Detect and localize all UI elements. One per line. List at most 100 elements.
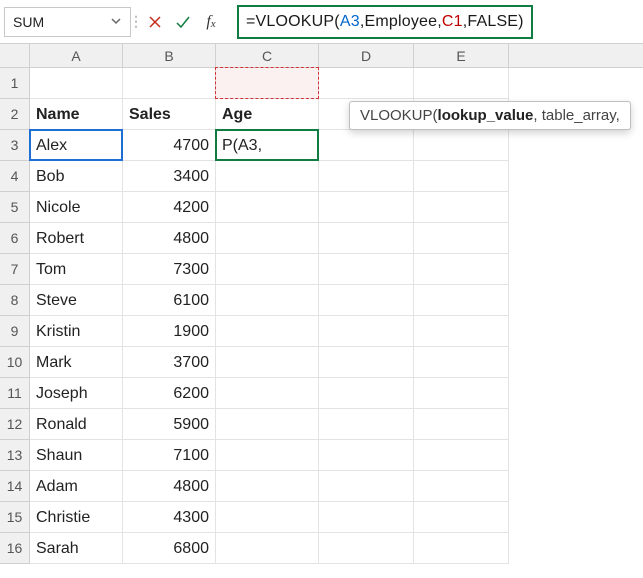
cell[interactable]: Christie — [30, 502, 123, 533]
cell[interactable] — [216, 68, 319, 99]
cell[interactable] — [319, 285, 414, 316]
cancel-button[interactable] — [141, 7, 169, 37]
formula-input[interactable]: =VLOOKUP(A3,Employee,C1,FALSE) — [237, 5, 533, 39]
cell[interactable]: 3400 — [123, 161, 216, 192]
cell[interactable]: P(A3, — [216, 130, 319, 161]
cell[interactable]: 3700 — [123, 347, 216, 378]
cell[interactable]: 7300 — [123, 254, 216, 285]
cell[interactable]: Sarah — [30, 533, 123, 564]
cell[interactable] — [414, 471, 509, 502]
row-header[interactable]: 4 — [0, 161, 29, 192]
row-header[interactable]: 13 — [0, 440, 29, 471]
cell[interactable]: Joseph — [30, 378, 123, 409]
cell[interactable] — [414, 378, 509, 409]
row-header[interactable]: 3 — [0, 130, 29, 161]
cell[interactable] — [216, 223, 319, 254]
select-all-corner[interactable] — [0, 44, 30, 68]
cell[interactable] — [216, 285, 319, 316]
cell[interactable] — [319, 502, 414, 533]
column-header[interactable]: B — [123, 44, 216, 67]
cell[interactable] — [216, 502, 319, 533]
cells-area[interactable]: NameSalesAge Alex4700P(A3, Bob3400Nicole42… — [30, 68, 643, 578]
column-header[interactable]: C — [216, 44, 319, 67]
cell[interactable] — [414, 409, 509, 440]
cell[interactable] — [123, 68, 216, 99]
row-header[interactable]: 16 — [0, 533, 29, 564]
cell[interactable]: Alex — [30, 130, 123, 161]
cell[interactable] — [319, 68, 414, 99]
cell[interactable]: Kristin — [30, 316, 123, 347]
cell[interactable] — [319, 409, 414, 440]
cell[interactable]: 6100 — [123, 285, 216, 316]
cell[interactable]: 6200 — [123, 378, 216, 409]
cell[interactable] — [414, 223, 509, 254]
cell[interactable] — [414, 254, 509, 285]
cell[interactable]: 5900 — [123, 409, 216, 440]
cell[interactable] — [216, 316, 319, 347]
row-header[interactable]: 11 — [0, 378, 29, 409]
cell[interactable] — [414, 440, 509, 471]
cell[interactable]: Nicole — [30, 192, 123, 223]
cell[interactable]: 4800 — [123, 471, 216, 502]
cell[interactable] — [216, 471, 319, 502]
row-header[interactable]: 14 — [0, 471, 29, 502]
cell[interactable]: Shaun — [30, 440, 123, 471]
cell[interactable]: Tom — [30, 254, 123, 285]
name-box[interactable]: SUM — [4, 7, 131, 37]
insert-function-button[interactable]: fx — [197, 7, 225, 37]
cell[interactable] — [414, 130, 509, 161]
cell[interactable] — [216, 378, 319, 409]
row-header[interactable]: 7 — [0, 254, 29, 285]
cell[interactable]: 4800 — [123, 223, 216, 254]
cell[interactable] — [216, 254, 319, 285]
cell[interactable] — [216, 192, 319, 223]
row-header[interactable]: 5 — [0, 192, 29, 223]
cell[interactable]: 4200 — [123, 192, 216, 223]
cell[interactable]: 6800 — [123, 533, 216, 564]
cell[interactable]: Robert — [30, 223, 123, 254]
cell[interactable]: Age — [216, 99, 319, 130]
cell[interactable] — [319, 471, 414, 502]
cell[interactable] — [414, 316, 509, 347]
cell[interactable] — [216, 533, 319, 564]
spreadsheet-grid[interactable]: ABCDE 12345678910111213141516 NameSalesA… — [0, 44, 643, 578]
cell[interactable]: 1900 — [123, 316, 216, 347]
cell[interactable] — [216, 347, 319, 378]
cell[interactable]: Ronald — [30, 409, 123, 440]
cell[interactable] — [319, 316, 414, 347]
row-header[interactable]: 15 — [0, 502, 29, 533]
cell[interactable] — [319, 254, 414, 285]
cell[interactable] — [319, 440, 414, 471]
cell[interactable]: Name — [30, 99, 123, 130]
cell[interactable]: 7100 — [123, 440, 216, 471]
cell[interactable] — [216, 161, 319, 192]
cell[interactable]: Sales — [123, 99, 216, 130]
row-header[interactable]: 12 — [0, 409, 29, 440]
cell[interactable] — [319, 161, 414, 192]
cell[interactable] — [414, 161, 509, 192]
cell[interactable] — [414, 502, 509, 533]
cell[interactable] — [216, 409, 319, 440]
cell[interactable] — [319, 130, 414, 161]
row-header[interactable]: 9 — [0, 316, 29, 347]
cell[interactable]: 4700 — [123, 130, 216, 161]
row-header[interactable]: 8 — [0, 285, 29, 316]
row-header[interactable]: 2 — [0, 99, 29, 130]
cell[interactable] — [414, 68, 509, 99]
cell[interactable] — [414, 285, 509, 316]
row-header[interactable]: 10 — [0, 347, 29, 378]
column-header[interactable]: A — [30, 44, 123, 67]
cell[interactable]: Adam — [30, 471, 123, 502]
enter-button[interactable] — [169, 7, 197, 37]
cell[interactable]: Steve — [30, 285, 123, 316]
cell[interactable] — [414, 192, 509, 223]
cell[interactable] — [319, 533, 414, 564]
cell[interactable] — [319, 223, 414, 254]
cell[interactable]: Bob — [30, 161, 123, 192]
cell[interactable] — [319, 192, 414, 223]
column-header[interactable]: E — [414, 44, 509, 67]
cell[interactable]: Mark — [30, 347, 123, 378]
cell[interactable] — [319, 378, 414, 409]
function-tooltip[interactable]: VLOOKUP(lookup_value, table_array, — [349, 101, 631, 130]
cell[interactable] — [414, 347, 509, 378]
